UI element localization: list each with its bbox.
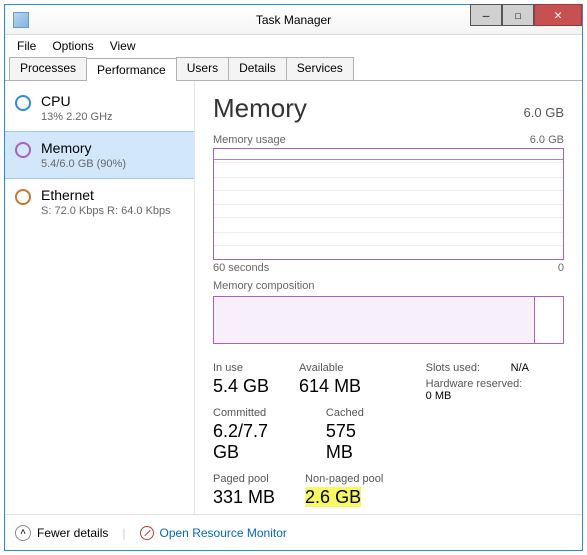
ethernet-ring-icon [15,189,31,205]
stats-block: In use 5.4 GB Available 614 MB Committed… [213,362,564,514]
fewer-details-label: Fewer details [37,526,108,540]
paged-label: Paged pool [213,473,275,485]
page-title: Memory [213,93,307,124]
sidebar-item-label: Memory [41,140,126,156]
menu-view[interactable]: View [102,37,144,55]
memory-composition-graph[interactable] [213,296,564,344]
open-resource-monitor-link[interactable]: Open Resource Monitor [140,526,287,540]
body: CPU 13% 2.20 GHz Memory 5.4/6.0 GB (90%)… [5,81,582,514]
menu-bar: File Options View [5,35,582,57]
sidebar-item-sub: 5.4/6.0 GB (90%) [41,158,126,170]
resource-monitor-label: Open Resource Monitor [160,526,287,540]
app-icon [13,12,29,28]
usage-line [214,159,563,160]
sidebar-item-cpu[interactable]: CPU 13% 2.20 GHz [5,85,194,131]
committed-value: 6.2/7.7 GB [213,421,296,463]
cached-label: Cached [326,407,386,419]
available-label: Available [299,362,361,374]
axis-right: 0 [558,262,564,274]
memory-ring-icon [15,142,31,158]
in-use-label: In use [213,362,269,374]
nonpaged-label: Non-paged pool [305,473,383,485]
minimize-button[interactable]: — [470,4,502,26]
tab-processes[interactable]: Processes [9,57,87,80]
composition-label: Memory composition [213,280,314,292]
sidebar-item-label: CPU [41,93,113,109]
sidebar-item-ethernet[interactable]: Ethernet S: 72.0 Kbps R: 64.0 Kbps [5,179,194,225]
maximize-button[interactable]: ☐ [502,4,534,26]
chevron-up-icon: ˄ [15,525,31,541]
sidebar-item-memory[interactable]: Memory 5.4/6.0 GB (90%) [5,131,194,179]
reserved-value: 0 MB [426,390,466,402]
tab-strip: Processes Performance Users Details Serv… [5,57,582,81]
sidebar: CPU 13% 2.20 GHz Memory 5.4/6.0 GB (90%)… [5,81,195,514]
sidebar-item-sub: S: 72.0 Kbps R: 64.0 Kbps [41,205,171,217]
sidebar-item-label: Ethernet [41,187,171,203]
slots-label: Slots used: [426,362,480,374]
tab-services[interactable]: Services [286,57,354,80]
slots-value: N/A [511,362,551,374]
available-value: 614 MB [299,376,361,397]
footer: ˄ Fewer details | Open Resource Monitor [5,514,582,550]
close-button[interactable]: ✕ [534,4,582,26]
in-use-value: 5.4 GB [213,376,269,397]
main-panel: Memory 6.0 GB Memory usage 6.0 GB 60 sec… [195,81,582,514]
tab-users[interactable]: Users [176,57,229,80]
task-manager-window: Task Manager — ☐ ✕ File Options View Pro… [4,4,583,551]
window-controls: — ☐ ✕ [470,4,582,26]
fewer-details-button[interactable]: ˄ Fewer details [15,525,108,541]
committed-label: Committed [213,407,296,419]
usage-graph-label: Memory usage [213,134,286,146]
axis-left: 60 seconds [213,262,269,274]
usage-graph-max: 6.0 GB [530,134,564,146]
paged-value: 331 MB [213,487,275,508]
sidebar-item-sub: 13% 2.20 GHz [41,111,113,123]
memory-usage-graph[interactable] [213,148,564,260]
menu-file[interactable]: File [9,37,44,55]
menu-options[interactable]: Options [44,37,101,55]
reserved-label: Hardware reserved: [426,378,523,390]
memory-total: 6.0 GB [524,105,564,120]
cpu-ring-icon [15,95,31,111]
nonpaged-value: 2.6 GB [305,487,361,507]
tab-details[interactable]: Details [228,57,287,80]
hardware-info: Slots used: N/A Hardware reserved: 0 MB [426,362,564,514]
composition-fill [214,297,535,343]
titlebar[interactable]: Task Manager — ☐ ✕ [5,5,582,35]
separator: | [122,526,125,540]
resource-monitor-icon [140,526,154,540]
tab-performance[interactable]: Performance [86,58,177,81]
cached-value: 575 MB [326,421,386,463]
